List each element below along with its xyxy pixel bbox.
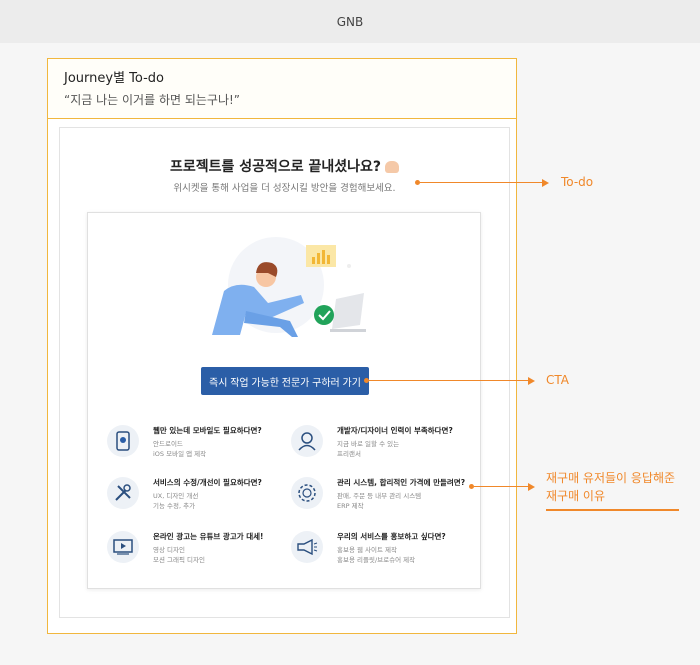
cta-arrow-icon — [528, 377, 535, 385]
service-detail: 기능 수정, 추가 — [153, 502, 196, 510]
cta-annotation: CTA — [546, 373, 569, 387]
service-detail: 영상 디자인 — [153, 546, 185, 554]
service-detail: 안드로이드 — [153, 440, 183, 448]
service-title: 우리의 서비스를 홍보하고 싶다면? — [337, 532, 446, 541]
gnb-label: GNB — [336, 14, 364, 29]
card-title-text: 프로젝트를 성공적으로 끝내셨나요? — [169, 159, 382, 175]
journey-quote: “지금 나는 이거를 하면 되는구나!” — [64, 93, 241, 107]
service-item-freelancer[interactable]: 개발자/디자이너 인력이 부족하다면? 지금 바로 일할 수 있는 프리랜서 — [291, 425, 461, 465]
tools-icon — [107, 477, 139, 509]
service-title: 웹만 있는데 모바일도 필요하다면? — [153, 426, 262, 435]
person-icon — [291, 425, 323, 457]
service-title: 개발자/디자이너 인력이 부족하다면? — [337, 426, 453, 435]
service-item-erp[interactable]: 관리 시스템, 합리적인 가격에 만들려면? 판매, 주문 등 내부 관리 시스… — [291, 477, 465, 517]
person-laptop-illustration — [212, 237, 366, 337]
card-title: 프로젝트를 성공적으로 끝내셨나요? — [60, 156, 509, 176]
video-icon — [107, 531, 139, 563]
reason-annotation-line2: 재구매 이유 — [546, 489, 606, 503]
journey-frame: Journey별 To-do “지금 나는 이거를 하면 되는구나!” 프로젝트… — [47, 58, 517, 634]
reason-arrow-icon — [528, 483, 535, 491]
service-detail: UX, 디자인 개선 — [153, 492, 199, 500]
journey-header: Journey별 To-do “지금 나는 이거를 하면 되는구나!” — [48, 59, 516, 119]
service-detail: iOS 모바일 앱 제작 — [153, 450, 207, 458]
journey-title: Journey별 To-do — [64, 71, 164, 86]
reason-annotation-line1: 재구매 유저들이 응답해준 — [546, 471, 676, 485]
reason-underline — [546, 509, 679, 511]
service-item-video-ad[interactable]: 온라인 광고는 유튜브 광고가 대세! 영상 디자인 모션 그래픽 디자인 — [107, 531, 277, 571]
service-detail: 홍보용 리플릿/브로슈어 제작 — [337, 556, 416, 564]
clap-hands-icon — [385, 161, 400, 173]
mobile-icon — [107, 425, 139, 457]
todo-arrow-icon — [542, 179, 549, 187]
service-title: 관리 시스템, 합리적인 가격에 만들려면? — [337, 478, 466, 487]
reason-connector-line — [474, 486, 529, 487]
service-item-mobile[interactable]: 웹만 있는데 모바일도 필요하다면? 안드로이드 iOS 모바일 앱 제작 — [107, 425, 277, 465]
service-panel: 즉시 작업 가능한 전문가 구하러 가기 웹만 있는데 모바일도 필요하다면? … — [87, 212, 481, 589]
todo-annotation: To-do — [561, 175, 594, 189]
megaphone-icon — [291, 531, 323, 563]
service-detail: ERP 제작 — [337, 502, 364, 510]
erp-gear-icon — [291, 477, 323, 509]
service-detail: 지금 바로 일할 수 있는 — [337, 440, 400, 448]
cta-connector-line — [369, 380, 529, 381]
service-detail: 프리랜서 — [337, 450, 361, 458]
service-title: 서비스의 수정/개선이 필요하다면? — [153, 478, 262, 487]
gnb-bar: GNB — [0, 0, 700, 43]
todo-card: 프로젝트를 성공적으로 끝내셨나요? 위시켓을 통해 사업을 더 성장시킬 방안… — [59, 127, 510, 618]
cta-find-expert-button[interactable]: 즉시 작업 가능한 전문가 구하러 가기 — [201, 367, 369, 395]
service-detail: 홍보용 웹 사이트 제작 — [337, 546, 398, 554]
reason-annotation: 재구매 유저들이 응답해준 재구매 이유 — [546, 469, 675, 505]
service-detail: 모션 그래픽 디자인 — [153, 556, 205, 564]
todo-connector-line — [420, 182, 543, 183]
service-title: 온라인 광고는 유튜브 광고가 대세! — [153, 532, 264, 541]
service-item-promotion[interactable]: 우리의 서비스를 홍보하고 싶다면? 홍보용 웹 사이트 제작 홍보용 리플릿/… — [291, 531, 461, 571]
service-item-improvement[interactable]: 서비스의 수정/개선이 필요하다면? UX, 디자인 개선 기능 수정, 추가 — [107, 477, 277, 517]
service-detail: 판매, 주문 등 내부 관리 시스템 — [337, 492, 422, 500]
